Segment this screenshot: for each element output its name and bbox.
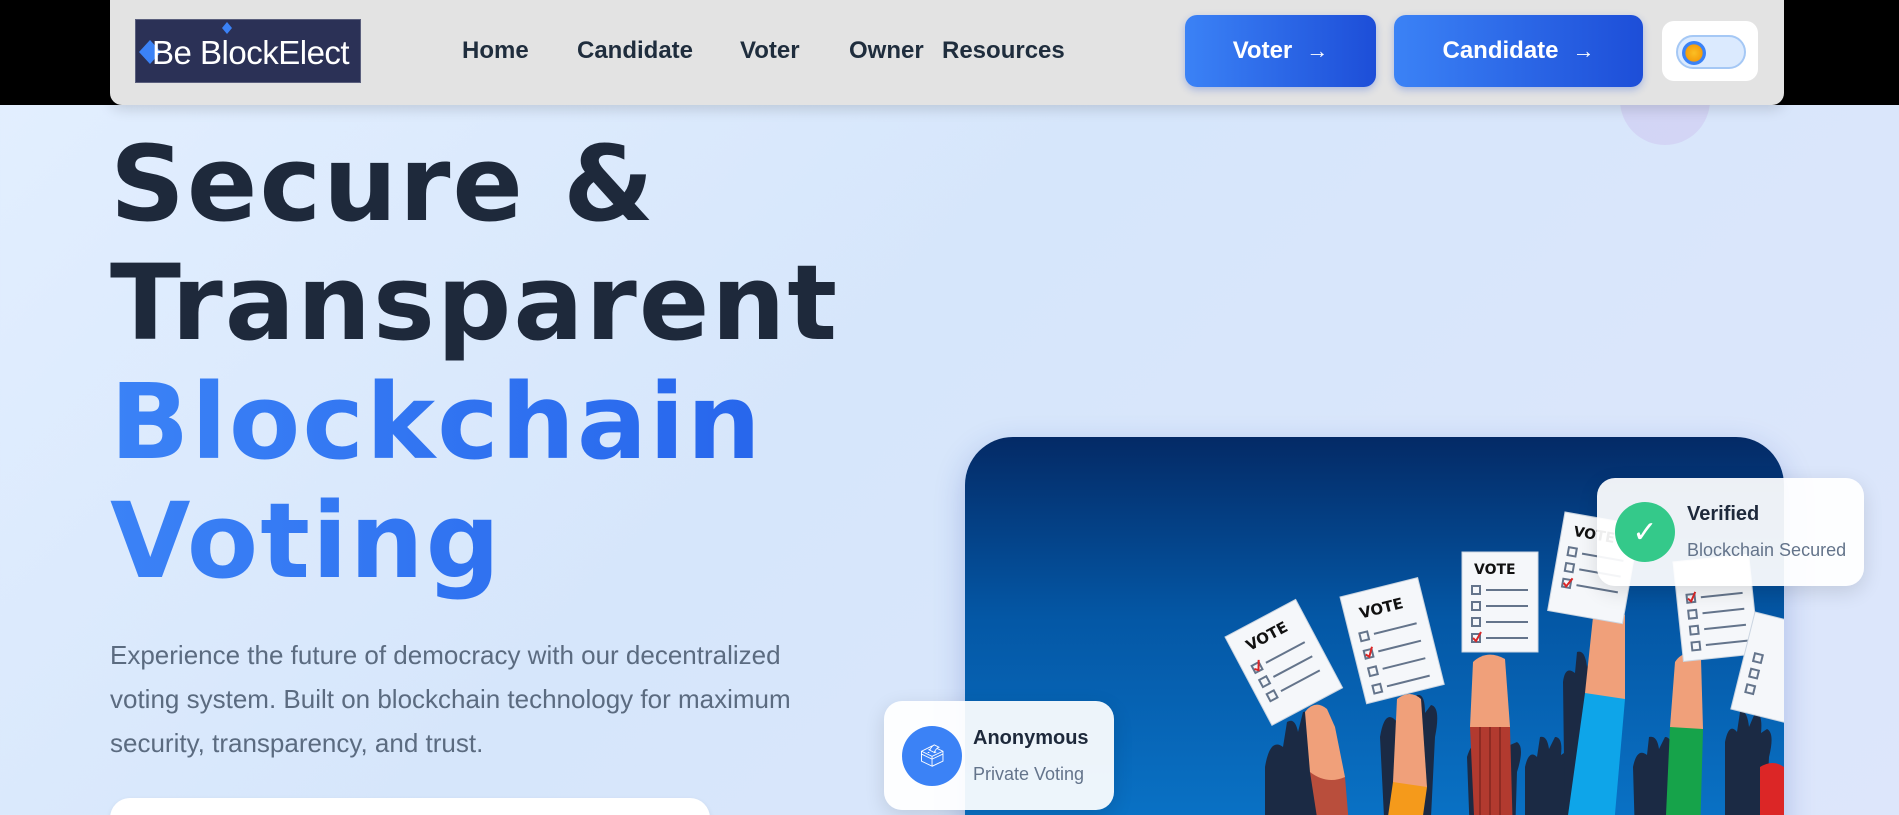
theme-toggle-track bbox=[1676, 35, 1746, 69]
anonymous-badge-title: Anonymous bbox=[973, 727, 1089, 749]
hero-subtitle: Experience the future of democracy with … bbox=[110, 640, 791, 758]
nav-link-home[interactable]: Home bbox=[462, 37, 529, 65]
anonymous-badge: 🗳 Anonymous Private Voting bbox=[884, 701, 1114, 810]
voter-button[interactable]: Voter → bbox=[1185, 15, 1376, 87]
nav-link-owner[interactable]: Owner bbox=[849, 37, 924, 65]
svg-text:VOTE: VOTE bbox=[1474, 562, 1516, 578]
arrow-right-icon: → bbox=[1572, 38, 1595, 63]
anonymous-badge-subtitle: Private Voting bbox=[973, 764, 1085, 784]
hero-title-line4: Voting bbox=[110, 482, 839, 601]
verified-badge-subtitle: Blockchain Secured bbox=[1687, 540, 1847, 560]
nav-link-resources[interactable]: Resources bbox=[942, 37, 1065, 65]
hero-title-line1: Secure & bbox=[110, 123, 656, 245]
theme-toggle[interactable] bbox=[1662, 21, 1758, 81]
verified-badge-title: Verified bbox=[1687, 503, 1760, 525]
nav-link-voter[interactable]: Voter bbox=[740, 37, 800, 65]
candidate-button-label: Candidate bbox=[1442, 37, 1559, 64]
navbar: Be BlockElect Home Candidate Voter Owner… bbox=[110, 0, 1784, 105]
nav-link-candidate[interactable]: Candidate bbox=[577, 37, 693, 65]
logo-text: Be BlockElect bbox=[152, 34, 350, 71]
logo[interactable]: Be BlockElect bbox=[135, 19, 361, 83]
hero-title-line2: Transparent bbox=[110, 242, 840, 364]
voter-button-label: Voter bbox=[1232, 37, 1293, 64]
candidate-button[interactable]: Candidate → bbox=[1394, 15, 1643, 87]
hero-title: Secure & Transparent Blockchain Voting bbox=[110, 125, 839, 601]
hero-title-line3: Blockchain bbox=[110, 363, 839, 482]
sun-toggle-icon bbox=[1682, 41, 1706, 65]
verified-badge: ✓ Verified Blockchain Secured bbox=[1597, 478, 1864, 586]
ballot-box-icon: 🗳 bbox=[902, 726, 962, 786]
arrow-right-icon: → bbox=[1306, 38, 1329, 63]
hero-cta-button[interactable] bbox=[110, 798, 710, 815]
check-icon: ✓ bbox=[1615, 502, 1675, 562]
